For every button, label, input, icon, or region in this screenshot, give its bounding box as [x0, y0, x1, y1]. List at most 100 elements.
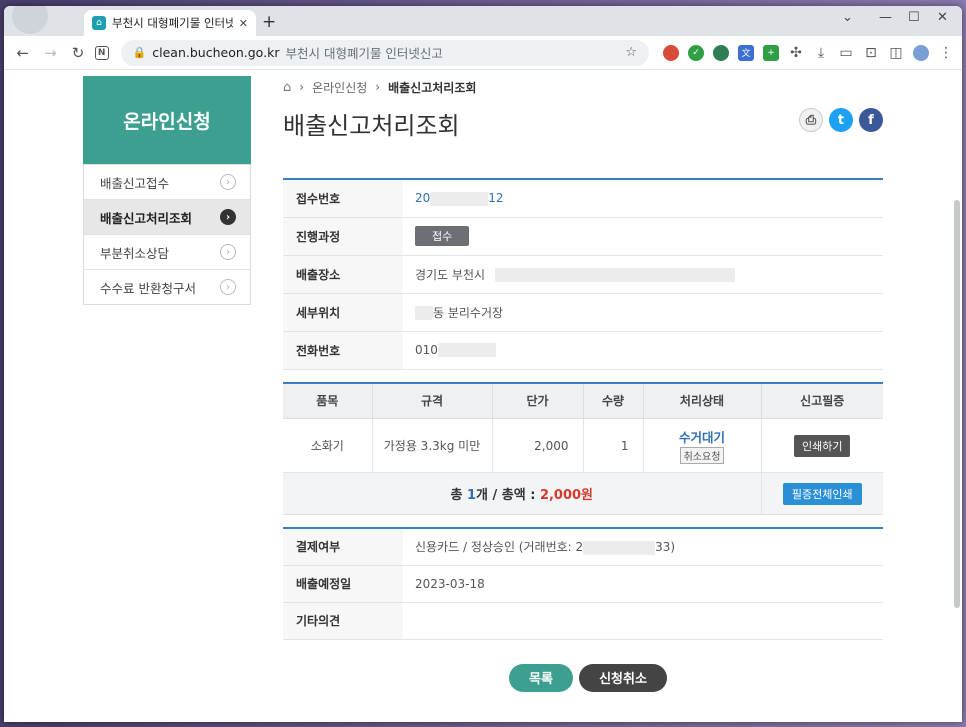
action-buttons: 목록 신청취소 — [293, 663, 883, 692]
sidebar-item-label: 수수료 반환청구서 — [100, 280, 196, 296]
table-row: 세부위치 동 분리수거장 — [283, 293, 883, 332]
tab-search-icon[interactable]: ⌄ — [842, 10, 853, 25]
column-header: 품목 — [283, 382, 373, 419]
column-header: 처리상태 — [643, 382, 762, 419]
payment-suffix: 33) — [655, 540, 676, 555]
table-row: 결제여부 신용카드 / 정상승인 (거래번호: 2 33) — [283, 528, 883, 566]
print-icon[interactable]: ⎙ — [799, 108, 823, 132]
item-qty: 1 — [583, 418, 644, 473]
breadcrumb: ⌂ › 온라인신청 › 배출신고처리조회 — [283, 76, 883, 98]
item-spec: 가정용 3.3kg 미만 — [372, 418, 493, 473]
extension-red-icon[interactable] — [663, 44, 680, 61]
table-row: 배출예정일 2023-03-18 — [283, 565, 883, 603]
chevron-right-icon: › — [220, 244, 236, 260]
print-certificate-button[interactable]: 인쇄하기 — [794, 434, 851, 457]
extensions-bar: ✓ 文 + ✣ ⤓ ▭ ⊡ ◫ ⋮ — [663, 44, 954, 61]
profile-avatar-icon[interactable] — [913, 44, 930, 61]
items-table: 품목 규격 단가 수량 처리상태 신고필증 소화기 가정용 3.3kg 미만 2… — [283, 381, 883, 515]
cast-icon[interactable]: ▭ — [838, 45, 854, 61]
pickup-date-label: 배출예정일 — [283, 565, 403, 603]
menu-icon[interactable]: ⋮ — [938, 45, 954, 61]
detail-location-label: 세부위치 — [283, 293, 403, 332]
naver-icon[interactable]: N — [94, 45, 109, 60]
table-row: 배출장소 경기도 부천시 — [283, 255, 883, 294]
phone-label: 전화번호 — [283, 331, 403, 370]
sidebar-item-report-status[interactable]: 배출신고처리조회 › — [84, 199, 250, 234]
twitter-icon[interactable]: t — [829, 108, 853, 132]
web-page: 온라인신청 배출신고접수 › 배출신고처리조회 › 부분취소상담 › 수수료 반… — [4, 70, 962, 722]
total-row: 총 1개 / 총액 : 2,000원 필증전체인쇄 — [283, 472, 883, 515]
list-button[interactable]: 목록 — [509, 663, 573, 692]
pickup-date-value: 2023-03-18 — [403, 565, 883, 603]
extension-green-icon[interactable] — [713, 44, 730, 61]
reload-icon[interactable]: ↻ — [67, 44, 89, 62]
extensions-puzzle-icon[interactable]: ✣ — [788, 45, 804, 61]
phone-cell: 010 — [403, 331, 883, 370]
browser-tab[interactable]: ⌂ 부천시 대형폐기물 인터넷신고 ✕ — [84, 10, 256, 36]
redacted-block — [415, 306, 433, 320]
address-bar[interactable]: 🔒 clean.bucheon.go.kr 부천시 대형폐기물 인터넷신고 ☆ — [120, 39, 650, 66]
minimize-button[interactable]: — — [879, 10, 892, 25]
sidebar-item-label: 부분취소상담 — [100, 245, 170, 261]
url-page-title: 부천시 대형폐기물 인터넷신고 — [285, 46, 443, 61]
shield-icon[interactable]: ✓ — [688, 44, 705, 61]
sidebar: 온라인신청 배출신고접수 › 배출신고처리조회 › 부분취소상담 › 수수료 반… — [83, 76, 251, 305]
sidebar-item-partial-cancel[interactable]: 부분취소상담 › — [84, 234, 250, 269]
screenshot-icon[interactable]: ⊡ — [863, 45, 879, 61]
sidebar-item-report-submit[interactable]: 배출신고접수 › — [84, 164, 250, 199]
new-tab-button[interactable]: + — [262, 12, 276, 32]
total-amount: 2,000원 — [539, 488, 594, 503]
print-all-button[interactable]: 필증전체인쇄 — [782, 482, 862, 505]
note-value — [403, 602, 883, 640]
receipt-no-label: 접수번호 — [283, 179, 403, 218]
sidebar-menu: 배출신고접수 › 배출신고처리조회 › 부분취소상담 › 수수료 반환청구서 › — [83, 164, 251, 305]
forward-icon[interactable]: → — [40, 44, 62, 62]
facebook-icon[interactable]: f — [859, 108, 883, 132]
breadcrumb-item[interactable]: 온라인신청 — [312, 79, 367, 96]
back-icon[interactable]: ← — [12, 44, 34, 62]
receipt-no-suffix: 12 — [488, 191, 504, 205]
table-row: 소화기 가정용 3.3kg 미만 2,000 1 수거대기 취소요청 인쇄하기 — [283, 418, 883, 473]
close-tab-icon[interactable]: ✕ — [239, 17, 248, 30]
cancel-request-button[interactable]: 취소요청 — [679, 447, 725, 464]
maximize-button[interactable]: ☐ — [908, 10, 920, 25]
sidebar-title: 온라인신청 — [83, 76, 251, 164]
total-cell: 총 1개 / 총액 : 2,000원 — [283, 472, 762, 515]
download-icon[interactable]: ⤓ — [813, 45, 829, 61]
status-badge: 접수 — [415, 226, 470, 246]
print-all-cell: 필증전체인쇄 — [761, 472, 883, 515]
column-header: 신고필증 — [761, 382, 883, 419]
chevron-right-icon: › — [220, 174, 236, 190]
lock-icon[interactable]: 🔒 — [133, 46, 147, 59]
item-status-cell: 수거대기 취소요청 — [643, 418, 762, 473]
cancel-application-button[interactable]: 신청취소 — [579, 663, 667, 692]
table-row: 접수번호 20 12 — [283, 179, 883, 218]
page-scrollbar[interactable] — [954, 200, 960, 608]
place-cell: 경기도 부천시 — [403, 255, 883, 294]
browser-toolbar: ← → ↻ N 🔒 clean.bucheon.go.kr 부천시 대형폐기물 … — [4, 36, 962, 70]
translate-icon[interactable]: 文 — [738, 44, 755, 61]
sidebar-icon[interactable]: ◫ — [888, 45, 904, 61]
browser-window: ⌂ 부천시 대형폐기물 인터넷신고 ✕ + ⌄ — ☐ ✕ ← → ↻ N 🔒 … — [4, 6, 962, 722]
page-title: 배출신고처리조회 — [283, 112, 460, 140]
total-mid: 개 / 총액 : — [476, 488, 540, 503]
tab-strip: ⌂ 부천시 대형폐기물 인터넷신고 ✕ + ⌄ — ☐ ✕ — [4, 6, 962, 36]
site-favicon-icon: ⌂ — [92, 16, 106, 30]
sidebar-item-label: 배출신고접수 — [100, 175, 170, 191]
main-content: ⌂ › 온라인신청 › 배출신고처리조회 배출신고처리조회 ⎙ t f 접수번호… — [283, 76, 883, 692]
place-value: 경기도 부천시 — [415, 267, 486, 282]
certificate-cell: 인쇄하기 — [761, 418, 883, 473]
detail-location-value: 동 분리수거장 — [433, 305, 504, 320]
status-link[interactable]: 수거대기 — [644, 427, 761, 446]
place-label: 배출장소 — [283, 255, 403, 294]
tab-strip-corner — [4, 6, 78, 36]
close-window-button[interactable]: ✕ — [937, 10, 948, 25]
detail-location-cell: 동 분리수거장 — [403, 293, 883, 332]
sidebar-item-refund-request[interactable]: 수수료 반환청구서 › — [84, 269, 250, 304]
table-row: 진행과정 접수 — [283, 217, 883, 256]
redacted-block — [430, 191, 489, 206]
bookmark-star-icon[interactable]: ☆ — [625, 45, 637, 60]
extension-plus-icon[interactable]: + — [763, 44, 780, 61]
column-header: 단가 — [492, 382, 584, 419]
home-icon[interactable]: ⌂ — [283, 80, 291, 95]
